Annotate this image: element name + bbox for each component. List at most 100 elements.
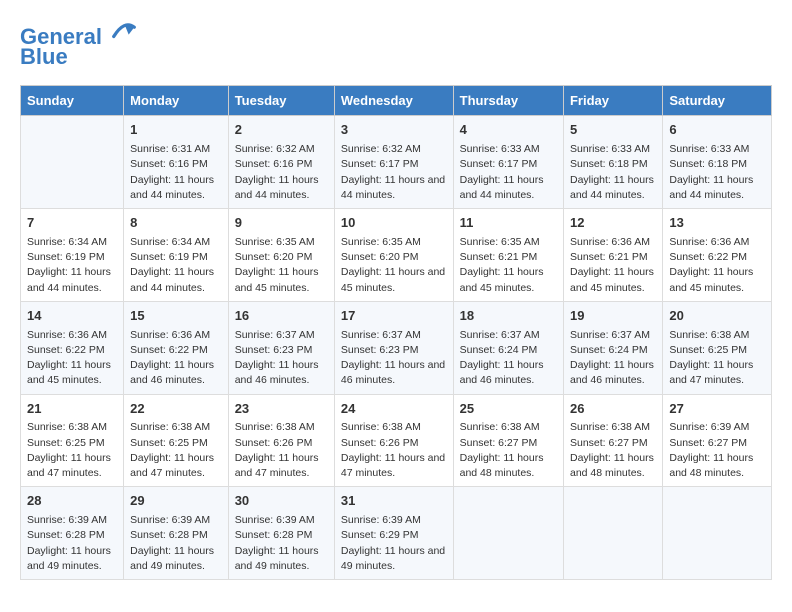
cell-details: Sunrise: 6:38 AMSunset: 6:27 PMDaylight:… [570, 420, 656, 481]
day-number: 24 [341, 400, 447, 419]
calendar-cell: 14 Sunrise: 6:36 AMSunset: 6:22 PMDayligh… [21, 301, 124, 394]
day-number: 7 [27, 214, 117, 233]
cell-details: Sunrise: 6:39 AMSunset: 6:28 PMDaylight:… [27, 513, 117, 574]
day-number: 31 [341, 492, 447, 511]
col-header-monday: Monday [124, 86, 229, 116]
day-number: 18 [460, 307, 557, 326]
calendar-cell [563, 487, 662, 580]
day-number: 26 [570, 400, 656, 419]
calendar-cell [453, 487, 563, 580]
calendar-cell: 19 Sunrise: 6:37 AMSunset: 6:24 PMDayligh… [563, 301, 662, 394]
day-number: 30 [235, 492, 328, 511]
cell-details: Sunrise: 6:35 AMSunset: 6:20 PMDaylight:… [235, 235, 328, 296]
calendar-cell: 3 Sunrise: 6:32 AMSunset: 6:17 PMDaylight… [334, 116, 453, 209]
day-number: 29 [130, 492, 222, 511]
calendar-cell: 11Sunrise: 6:35 AMSunset: 6:21 PMDayligh… [453, 209, 563, 302]
calendar-cell: 22Sunrise: 6:38 AMSunset: 6:25 PMDayligh… [124, 394, 229, 487]
day-number: 17 [341, 307, 447, 326]
day-number: 8 [130, 214, 222, 233]
calendar-cell: 16 Sunrise: 6:37 AMSunset: 6:23 PMDayligh… [228, 301, 334, 394]
cell-details: Sunrise: 6:36 AMSunset: 6:22 PMDaylight:… [669, 235, 765, 296]
day-number: 9 [235, 214, 328, 233]
page-header: General Blue [20, 20, 772, 69]
col-header-wednesday: Wednesday [334, 86, 453, 116]
cell-details: Sunrise: 6:31 AMSunset: 6:16 PMDaylight:… [130, 142, 222, 203]
cell-details: Sunrise: 6:33 AMSunset: 6:18 PMDaylight:… [669, 142, 765, 203]
cell-details: Sunrise: 6:38 AMSunset: 6:25 PMDaylight:… [130, 420, 222, 481]
col-header-saturday: Saturday [663, 86, 772, 116]
cell-details: Sunrise: 6:34 AMSunset: 6:19 PMDaylight:… [130, 235, 222, 296]
cell-details: Sunrise: 6:39 AMSunset: 6:28 PMDaylight:… [235, 513, 328, 574]
day-number: 6 [669, 121, 765, 140]
calendar-cell: 15 Sunrise: 6:36 AMSunset: 6:22 PMDayligh… [124, 301, 229, 394]
cell-details: Sunrise: 6:36 AMSunset: 6:21 PMDaylight:… [570, 235, 656, 296]
col-header-tuesday: Tuesday [228, 86, 334, 116]
week-row-5: 28 Sunrise: 6:39 AMSunset: 6:28 PMDayligh… [21, 487, 772, 580]
day-number: 20 [669, 307, 765, 326]
calendar-cell: 25Sunrise: 6:38 AMSunset: 6:27 PMDayligh… [453, 394, 563, 487]
day-number: 4 [460, 121, 557, 140]
cell-details: Sunrise: 6:38 AMSunset: 6:25 PMDaylight:… [669, 328, 765, 389]
day-number: 22 [130, 400, 222, 419]
calendar-cell: 23Sunrise: 6:38 AMSunset: 6:26 PMDayligh… [228, 394, 334, 487]
day-number: 28 [27, 492, 117, 511]
day-number: 19 [570, 307, 656, 326]
cell-details: Sunrise: 6:39 AMSunset: 6:28 PMDaylight:… [130, 513, 222, 574]
calendar-cell [663, 487, 772, 580]
calendar-cell: 28 Sunrise: 6:39 AMSunset: 6:28 PMDayligh… [21, 487, 124, 580]
cell-details: Sunrise: 6:33 AMSunset: 6:17 PMDaylight:… [460, 142, 557, 203]
cell-details: Sunrise: 6:32 AMSunset: 6:17 PMDaylight:… [341, 142, 447, 203]
calendar-cell: 7Sunrise: 6:34 AMSunset: 6:19 PMDaylight… [21, 209, 124, 302]
day-number: 16 [235, 307, 328, 326]
day-number: 3 [341, 121, 447, 140]
calendar-cell: 8 Sunrise: 6:34 AMSunset: 6:19 PMDaylight… [124, 209, 229, 302]
cell-details: Sunrise: 6:38 AMSunset: 6:26 PMDaylight:… [235, 420, 328, 481]
day-number: 1 [130, 121, 222, 140]
calendar-cell: 20 Sunrise: 6:38 AMSunset: 6:25 PMDayligh… [663, 301, 772, 394]
cell-details: Sunrise: 6:35 AMSunset: 6:20 PMDaylight:… [341, 235, 447, 296]
cell-details: Sunrise: 6:37 AMSunset: 6:24 PMDaylight:… [460, 328, 557, 389]
day-number: 5 [570, 121, 656, 140]
calendar-cell: 9 Sunrise: 6:35 AMSunset: 6:20 PMDaylight… [228, 209, 334, 302]
calendar-cell: 2Sunrise: 6:32 AMSunset: 6:16 PMDaylight… [228, 116, 334, 209]
calendar-cell: 13Sunrise: 6:36 AMSunset: 6:22 PMDayligh… [663, 209, 772, 302]
day-number: 14 [27, 307, 117, 326]
cell-details: Sunrise: 6:39 AMSunset: 6:27 PMDaylight:… [669, 420, 765, 481]
calendar-cell: 27Sunrise: 6:39 AMSunset: 6:27 PMDayligh… [663, 394, 772, 487]
week-row-3: 14 Sunrise: 6:36 AMSunset: 6:22 PMDayligh… [21, 301, 772, 394]
week-row-4: 21 Sunrise: 6:38 AMSunset: 6:25 PMDayligh… [21, 394, 772, 487]
day-number: 25 [460, 400, 557, 419]
cell-details: Sunrise: 6:35 AMSunset: 6:21 PMDaylight:… [460, 235, 557, 296]
week-row-2: 7 Sunrise: 6:34 AMSunset: 6:19 PMDaylight… [21, 209, 772, 302]
header-row: SundayMondayTuesdayWednesdayThursdayFrid… [21, 86, 772, 116]
col-header-sunday: Sunday [21, 86, 124, 116]
day-number: 10 [341, 214, 447, 233]
day-number: 21 [27, 400, 117, 419]
cell-details: Sunrise: 6:38 AMSunset: 6:27 PMDaylight:… [460, 420, 557, 481]
day-number: 12 [570, 214, 656, 233]
cell-details: Sunrise: 6:38 AMSunset: 6:26 PMDaylight:… [341, 420, 447, 481]
cell-details: Sunrise: 6:33 AMSunset: 6:18 PMDaylight:… [570, 142, 656, 203]
calendar-cell [21, 116, 124, 209]
cell-details: Sunrise: 6:36 AMSunset: 6:22 PMDaylight:… [27, 328, 117, 389]
calendar-cell: 24Sunrise: 6:38 AMSunset: 6:26 PMDayligh… [334, 394, 453, 487]
calendar-cell: 17Sunrise: 6:37 AMSunset: 6:23 PMDayligh… [334, 301, 453, 394]
logo: General Blue [20, 20, 138, 69]
cell-details: Sunrise: 6:36 AMSunset: 6:22 PMDaylight:… [130, 328, 222, 389]
calendar-cell: 4 Sunrise: 6:33 AMSunset: 6:17 PMDaylight… [453, 116, 563, 209]
calendar-cell: 30 Sunrise: 6:39 AMSunset: 6:28 PMDayligh… [228, 487, 334, 580]
calendar-cell: 12 Sunrise: 6:36 AMSunset: 6:21 PMDayligh… [563, 209, 662, 302]
day-number: 23 [235, 400, 328, 419]
calendar-cell: 21Sunrise: 6:38 AMSunset: 6:25 PMDayligh… [21, 394, 124, 487]
calendar-cell: 18 Sunrise: 6:37 AMSunset: 6:24 PMDayligh… [453, 301, 563, 394]
calendar-cell: 5 Sunrise: 6:33 AMSunset: 6:18 PMDaylight… [563, 116, 662, 209]
calendar-cell: 1 Sunrise: 6:31 AMSunset: 6:16 PMDaylight… [124, 116, 229, 209]
cell-details: Sunrise: 6:37 AMSunset: 6:23 PMDaylight:… [235, 328, 328, 389]
col-header-thursday: Thursday [453, 86, 563, 116]
day-number: 15 [130, 307, 222, 326]
cell-details: Sunrise: 6:37 AMSunset: 6:24 PMDaylight:… [570, 328, 656, 389]
col-header-friday: Friday [563, 86, 662, 116]
cell-details: Sunrise: 6:39 AMSunset: 6:29 PMDaylight:… [341, 513, 447, 574]
calendar-cell: 10 Sunrise: 6:35 AMSunset: 6:20 PMDayligh… [334, 209, 453, 302]
week-row-1: 1 Sunrise: 6:31 AMSunset: 6:16 PMDaylight… [21, 116, 772, 209]
